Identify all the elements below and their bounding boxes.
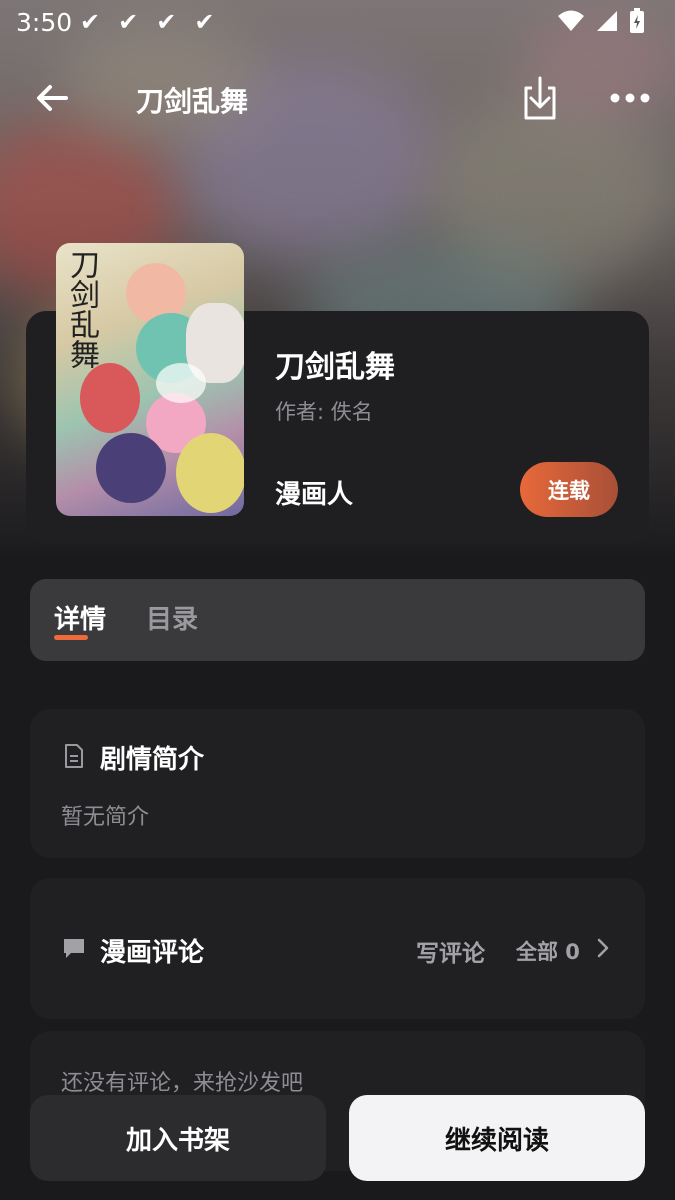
manga-source[interactable]: 漫画人: [275, 474, 353, 511]
wifi-icon: [558, 10, 584, 31]
manga-cover-image[interactable]: 刀剑乱舞: [56, 243, 244, 516]
write-comment-button[interactable]: 写评论: [416, 934, 485, 968]
more-options-icon[interactable]: [608, 80, 652, 116]
tab-details[interactable]: 详情: [54, 599, 106, 636]
check-icon: ✔: [156, 8, 177, 36]
synopsis-heading: 剧情简介: [100, 745, 205, 775]
chevron-right-icon[interactable]: [596, 936, 610, 960]
active-tab-indicator: [54, 635, 88, 640]
battery-charging-icon: [630, 8, 644, 33]
manga-author: 作者: 佚名: [275, 400, 373, 424]
download-icon[interactable]: [518, 74, 562, 122]
check-icon: ✔: [194, 8, 215, 36]
empty-comments-text: 还没有评论，来抢沙发吧: [61, 1071, 304, 1096]
notification-icons: ✔ ✔ ✔ ✔: [80, 8, 214, 36]
check-icon: ✔: [80, 8, 101, 36]
tab-bar: 详情 目录: [30, 579, 645, 661]
add-to-shelf-button[interactable]: 加入书架: [30, 1095, 326, 1181]
manga-title: 刀剑乱舞: [275, 350, 395, 385]
synopsis-text: 暂无简介: [61, 805, 150, 830]
cell-signal-icon: [597, 11, 617, 31]
status-bar: 3:50 ✔ ✔ ✔ ✔: [0, 0, 675, 46]
status-time: 3:50: [16, 8, 73, 37]
comments-heading: 漫画评论: [100, 938, 205, 968]
back-arrow-icon[interactable]: [30, 76, 74, 120]
cover-title-art: 刀剑乱舞: [64, 249, 99, 369]
synopsis-card: 剧情简介 暂无简介: [30, 709, 645, 858]
all-comments-link[interactable]: 全部 0: [516, 936, 580, 966]
top-nav-bar: 刀剑乱舞: [0, 66, 675, 130]
check-icon: ✔: [118, 8, 139, 36]
serial-status-badge: 连载: [520, 462, 618, 517]
comments-card: 漫画评论 写评论 全部 0: [30, 878, 645, 1019]
continue-reading-button[interactable]: 继续阅读: [349, 1095, 645, 1181]
comment-bubble-icon: [64, 939, 84, 958]
tab-catalog[interactable]: 目录: [146, 599, 198, 636]
document-icon: [65, 744, 83, 768]
page-title: 刀剑乱舞: [136, 85, 249, 118]
